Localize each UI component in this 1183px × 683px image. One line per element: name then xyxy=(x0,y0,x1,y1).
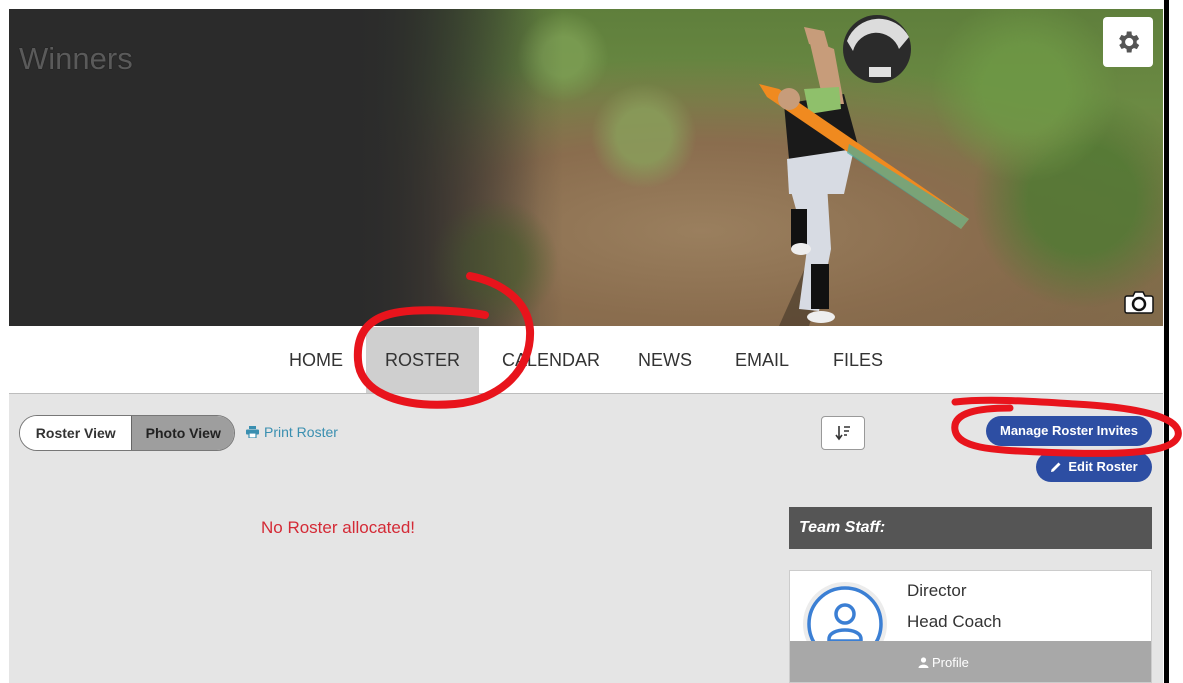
manage-roster-invites-button[interactable]: Manage Roster Invites xyxy=(986,416,1152,446)
right-edge-divider xyxy=(1164,0,1169,683)
team-nav-bar: HOME ROSTER CALENDAR NEWS EMAIL FILES xyxy=(9,327,1163,394)
print-roster-label: Print Roster xyxy=(264,424,338,440)
tab-files[interactable]: FILES xyxy=(822,327,894,393)
gear-icon xyxy=(1119,31,1140,53)
edit-roster-label: Edit Roster xyxy=(1068,459,1138,474)
photo-view-option[interactable]: Photo View xyxy=(131,416,234,450)
camera-icon xyxy=(1124,291,1154,314)
sort-button[interactable] xyxy=(821,416,865,450)
tab-home[interactable]: HOME xyxy=(279,327,353,393)
team-banner: Winners xyxy=(9,9,1163,326)
staff-profile-link[interactable]: Profile xyxy=(918,655,969,670)
sort-icon xyxy=(835,426,850,441)
change-banner-photo-button[interactable] xyxy=(1123,287,1155,317)
empty-roster-message: No Roster allocated! xyxy=(261,518,416,537)
roster-view-toggle: Roster View Photo View xyxy=(19,415,235,451)
staff-card-footer xyxy=(790,641,1151,682)
roster-content: Roster View Photo View Print Roster Mana… xyxy=(9,394,1163,683)
tab-news[interactable]: NEWS xyxy=(629,327,701,393)
print-roster-link[interactable]: Print Roster xyxy=(246,424,338,440)
team-staff-header: Team Staff: xyxy=(789,507,1152,549)
print-icon xyxy=(246,426,259,438)
tab-email[interactable]: EMAIL xyxy=(724,327,800,393)
staff-member-card: Director Head Coach Profile xyxy=(789,570,1152,683)
staff-role-head-coach: Head Coach xyxy=(907,612,1002,631)
roster-view-option[interactable]: Roster View xyxy=(20,416,132,450)
team-name-title: Winners xyxy=(19,41,133,76)
banner-player-image xyxy=(759,15,969,326)
staff-role-director: Director xyxy=(907,581,967,600)
pencil-icon xyxy=(1051,462,1061,472)
profile-label: Profile xyxy=(932,655,969,670)
edit-roster-button[interactable]: Edit Roster xyxy=(1036,452,1152,482)
team-settings-button[interactable] xyxy=(1103,17,1153,67)
tab-calendar[interactable]: CALENDAR xyxy=(491,327,611,393)
user-icon xyxy=(918,657,929,668)
tab-roster[interactable]: ROSTER xyxy=(366,327,479,393)
